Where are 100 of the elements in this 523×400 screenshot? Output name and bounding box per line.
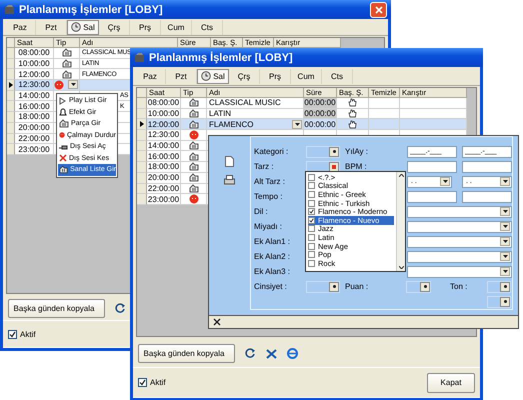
- refresh-icon[interactable]: [245, 348, 256, 359]
- time-cell: 12:00:00: [15, 69, 54, 80]
- caret-icon: [502, 210, 508, 213]
- day-tab[interactable]: Çrş: [99, 20, 130, 34]
- name-text: LATIN: [209, 109, 232, 118]
- combo-box[interactable]: [407, 236, 512, 248]
- lookup-field[interactable]: [487, 296, 511, 308]
- row-header: [137, 184, 147, 194]
- time-cell: 08:00:00: [147, 98, 181, 109]
- duration-cell: 00:00:00: [304, 108, 337, 120]
- check-icon: [139, 379, 146, 386]
- checkbox[interactable]: [308, 200, 315, 207]
- combo-box[interactable]: [407, 220, 512, 232]
- caret-icon: [502, 255, 508, 258]
- lookup-button[interactable]: [420, 282, 430, 292]
- day-tab[interactable]: Prş: [130, 20, 161, 34]
- dot-icon: [504, 285, 506, 288]
- row-header: [137, 172, 147, 184]
- lookup-button[interactable]: [500, 282, 510, 292]
- time-cell: 12:30:00: [147, 130, 181, 141]
- checkbox[interactable]: [308, 216, 315, 224]
- copy-button[interactable]: Başka günden kopyala: [8, 299, 105, 318]
- check-icon: [9, 330, 16, 338]
- dropdown-button[interactable]: [68, 80, 78, 90]
- text-field[interactable]: [462, 160, 512, 172]
- field-label: Cinsiyet :: [254, 282, 288, 291]
- checkbox[interactable]: [308, 225, 315, 232]
- note-icon: [59, 165, 68, 174]
- lookup-field[interactable]: [306, 280, 340, 292]
- note-icon: [188, 162, 198, 172]
- note-icon: [188, 98, 198, 108]
- text-field[interactable]: [407, 190, 457, 202]
- printer-icon[interactable]: [224, 175, 235, 185]
- bell-icon: [59, 108, 67, 116]
- checkbox[interactable]: [308, 251, 315, 258]
- time-cell: 22:00:00: [147, 184, 181, 194]
- checkbox-label: Aktif: [20, 330, 36, 338]
- checkbox[interactable]: [308, 174, 315, 181]
- copy-button[interactable]: Başka günden kopyala: [138, 344, 235, 363]
- day-tab[interactable]: Sal: [197, 68, 229, 84]
- checkbox[interactable]: [8, 330, 17, 338]
- close-icon[interactable]: [213, 318, 221, 326]
- note-icon: [188, 184, 198, 193]
- caret-icon: [502, 270, 508, 273]
- note-icon: [59, 119, 69, 128]
- close-button[interactable]: [370, 2, 387, 18]
- lookup-field[interactable]: [306, 146, 340, 158]
- close-button[interactable]: Kapat: [427, 372, 475, 392]
- lookup-field[interactable]: [306, 160, 340, 172]
- day-tab[interactable]: Cum: [291, 68, 322, 84]
- combo-box[interactable]: [407, 206, 512, 218]
- row-header: [137, 140, 147, 152]
- text-field[interactable]: [462, 190, 512, 202]
- field-label: Tarz :: [254, 162, 275, 171]
- day-tab[interactable]: Cts: [322, 68, 353, 84]
- time-cell: 20:00:00: [147, 172, 181, 184]
- day-tab[interactable]: Prş: [260, 68, 291, 84]
- lookup-button[interactable]: [329, 282, 339, 292]
- checkbox[interactable]: [308, 190, 315, 198]
- excel-icon[interactable]: [266, 348, 277, 358]
- day-tab[interactable]: Paz: [5, 20, 36, 34]
- day-tab[interactable]: Cum: [161, 20, 192, 34]
- cross-icon: [59, 154, 67, 162]
- day-tab[interactable]: Cts: [192, 20, 223, 34]
- table-cell: [400, 119, 467, 130]
- lookup-field[interactable]: [406, 280, 431, 292]
- checkbox[interactable]: [308, 234, 315, 241]
- lookup-button[interactable]: [329, 146, 339, 156]
- browser-icon[interactable]: [287, 348, 298, 359]
- window-title: Planlanmış İşlemler [LOBY]: [19, 4, 163, 16]
- row-header: [137, 194, 147, 205]
- header-corner: [7, 38, 15, 48]
- checkbox[interactable]: [138, 378, 147, 387]
- day-tab[interactable]: Çrş: [229, 68, 260, 84]
- checkbox[interactable]: [308, 208, 315, 216]
- field-label: Ek Alan1 :: [254, 237, 292, 246]
- day-tab[interactable]: Paz: [135, 68, 166, 84]
- caret-icon: [502, 240, 508, 243]
- caret-icon: [70, 83, 76, 86]
- scroll-down-icon[interactable]: [398, 266, 404, 269]
- caret-icon: [502, 180, 508, 183]
- table-cell: [400, 108, 467, 120]
- app-icon: [134, 52, 145, 63]
- document-icon[interactable]: [225, 156, 234, 167]
- dropdown-button[interactable]: [292, 120, 302, 129]
- day-tab[interactable]: Sal: [67, 20, 99, 34]
- checkbox[interactable]: [308, 182, 315, 190]
- refresh-icon[interactable]: [115, 303, 126, 314]
- clock-icon: [201, 71, 212, 81]
- time-cell: 10:00:00: [15, 58, 54, 70]
- note-icon: [62, 70, 72, 79]
- text-field[interactable]: [407, 160, 457, 172]
- duration-cell: 00:00:00: [304, 119, 337, 130]
- lookup-button[interactable]: [329, 162, 339, 172]
- checkbox[interactable]: [308, 242, 315, 250]
- lookup-button[interactable]: [500, 296, 510, 306]
- lookup-field[interactable]: [487, 280, 511, 292]
- scroll-up-icon[interactable]: [398, 174, 404, 177]
- name-text: FLAMENCO: [209, 120, 254, 129]
- checkbox[interactable]: [308, 260, 315, 267]
